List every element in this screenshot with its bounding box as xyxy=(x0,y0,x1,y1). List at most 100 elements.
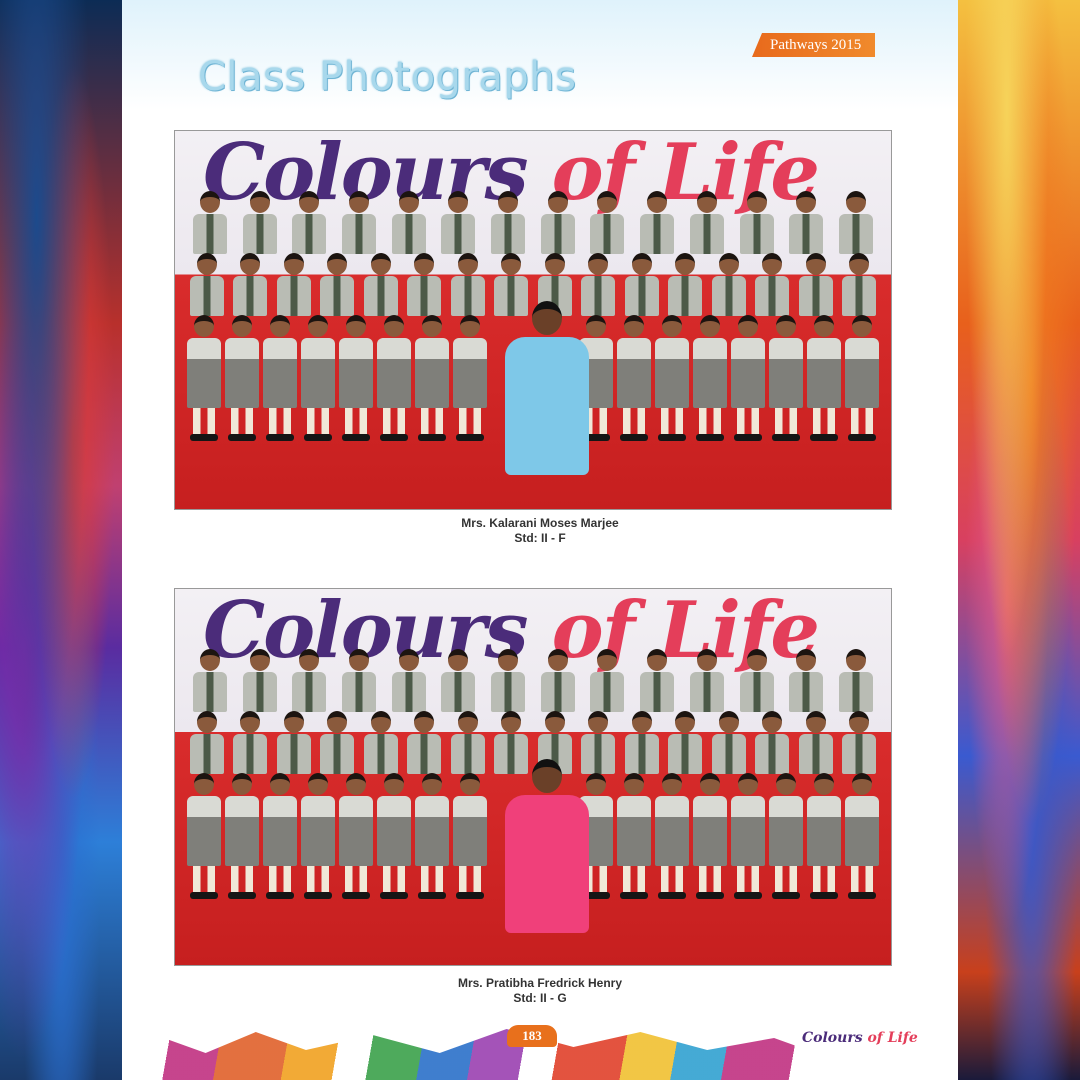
student-figure xyxy=(377,773,411,899)
student-figure xyxy=(655,773,689,899)
student-figure xyxy=(292,649,327,712)
teacher-figure xyxy=(505,301,589,475)
student-figure xyxy=(233,253,268,316)
student-figure xyxy=(842,711,877,774)
student-figure xyxy=(301,315,335,441)
student-figure xyxy=(491,191,526,254)
student-figure xyxy=(711,711,746,774)
student-figure xyxy=(655,315,689,441)
student-figure xyxy=(233,711,268,774)
student-figure xyxy=(798,711,833,774)
student-figure xyxy=(450,253,485,316)
class-standard: Std: II - G xyxy=(513,991,567,1005)
student-figure xyxy=(624,711,659,774)
student-figure xyxy=(441,191,476,254)
footer-logo-of-life: of Life xyxy=(867,1030,918,1046)
student-figure xyxy=(407,253,442,316)
student-figure xyxy=(838,649,873,712)
student-figure xyxy=(624,253,659,316)
teacher-name: Mrs. Pratibha Fredrick Henry xyxy=(457,976,623,990)
student-figure xyxy=(769,773,803,899)
student-figure xyxy=(363,253,398,316)
student-figure xyxy=(617,773,651,899)
teacher-figure xyxy=(505,759,589,933)
student-figure xyxy=(415,773,449,899)
student-figure xyxy=(391,191,426,254)
student-figure xyxy=(838,191,873,254)
student-figure xyxy=(276,711,311,774)
student-figure xyxy=(453,315,487,441)
class-photo-ii-g: Colours of Life xyxy=(174,588,892,966)
footer-logo-colours: Colours xyxy=(802,1030,863,1046)
student-figure xyxy=(668,711,703,774)
student-figure xyxy=(415,315,449,441)
student-figure xyxy=(668,253,703,316)
student-figure xyxy=(301,773,335,899)
yearbook-page: Pathways 2015 Class Photographs Colours … xyxy=(122,0,958,1080)
student-figure xyxy=(450,711,485,774)
student-figure xyxy=(789,649,824,712)
student-figure xyxy=(263,773,297,899)
student-figure xyxy=(192,649,227,712)
student-figure xyxy=(689,649,724,712)
student-figure xyxy=(540,191,575,254)
student-figure xyxy=(192,191,227,254)
student-figure xyxy=(391,649,426,712)
class-standard: Std: II - F xyxy=(514,531,566,545)
student-figure xyxy=(363,711,398,774)
student-figure xyxy=(189,253,224,316)
student-figure xyxy=(225,315,259,441)
students-group xyxy=(185,191,881,499)
student-figure xyxy=(798,253,833,316)
student-figure xyxy=(453,773,487,899)
student-figure xyxy=(263,315,297,441)
page-title: Class Photographs xyxy=(198,54,577,100)
student-figure xyxy=(640,191,675,254)
student-figure xyxy=(377,315,411,441)
student-figure xyxy=(407,711,442,774)
student-figure xyxy=(590,191,625,254)
student-figure xyxy=(341,191,376,254)
teacher-name: Mrs. Kalarani Moses Marjee xyxy=(461,516,619,530)
student-figure xyxy=(276,253,311,316)
student-figure xyxy=(807,315,841,441)
student-figure xyxy=(189,711,224,774)
publication-ribbon: Pathways 2015 xyxy=(752,33,876,57)
student-figure xyxy=(769,315,803,441)
student-figure xyxy=(739,649,774,712)
photo-caption-ii-f: Mrs. Kalarani Moses Marjee Std: II - F xyxy=(122,516,958,546)
student-figure xyxy=(590,649,625,712)
student-figure xyxy=(491,649,526,712)
student-figure xyxy=(225,773,259,899)
student-figure xyxy=(731,315,765,441)
student-figure xyxy=(441,649,476,712)
student-figure xyxy=(242,649,277,712)
student-figure xyxy=(689,191,724,254)
student-figure xyxy=(789,191,824,254)
student-figure xyxy=(339,773,373,899)
student-figure xyxy=(693,315,727,441)
student-row xyxy=(185,191,881,254)
student-figure xyxy=(341,649,376,712)
class-photo-ii-f: Colours of Life xyxy=(174,130,892,510)
student-figure xyxy=(320,253,355,316)
student-figure xyxy=(242,191,277,254)
student-figure xyxy=(339,315,373,441)
student-figure xyxy=(617,315,651,441)
student-figure xyxy=(755,253,790,316)
student-figure xyxy=(187,315,221,441)
student-figure xyxy=(320,711,355,774)
student-figure xyxy=(640,649,675,712)
student-figure xyxy=(540,649,575,712)
student-figure xyxy=(187,773,221,899)
student-figure xyxy=(731,773,765,899)
footer-logo: Colours of Life xyxy=(802,1030,918,1046)
student-figure xyxy=(807,773,841,899)
photo-caption-ii-g: Mrs. Pratibha Fredrick Henry Std: II - G xyxy=(122,976,958,1006)
student-figure xyxy=(755,711,790,774)
student-figure xyxy=(842,253,877,316)
student-figure xyxy=(693,773,727,899)
students-group xyxy=(185,649,881,955)
page-number: 183 xyxy=(507,1025,557,1047)
background-art-right xyxy=(958,0,1080,1080)
